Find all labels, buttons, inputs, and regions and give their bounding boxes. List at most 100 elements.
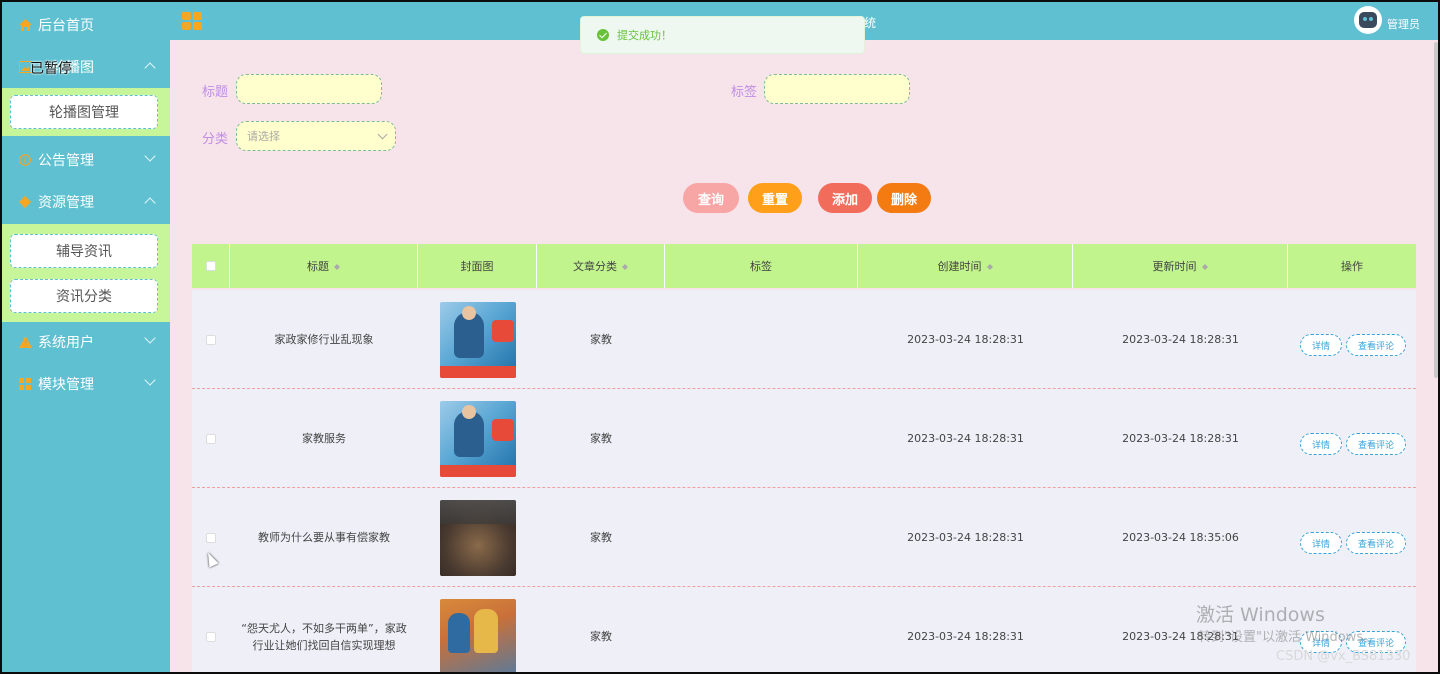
row-checkbox-cell <box>192 290 230 389</box>
row-checkbox[interactable] <box>206 631 216 642</box>
sort-icon[interactable] <box>334 261 340 271</box>
header-created[interactable]: 创建时间 <box>858 244 1073 288</box>
paused-overlay-label: 已暂停 <box>30 61 72 77</box>
sidebar-item-label: 资源管理 <box>38 195 94 211</box>
tag-filter-label: 标签 <box>731 85 758 100</box>
header-tags: 标签 <box>665 244 858 288</box>
table-header: 标题 封面图 文章分类 标签 创建时间 更新时间 操作 <box>192 244 1416 288</box>
title-filter-label: 标题 <box>202 85 229 100</box>
cover-image[interactable] <box>439 598 516 672</box>
select-all-checkbox[interactable] <box>205 261 216 271</box>
windows-activation-hint: 转到"设置"以激活 Windows。 <box>1198 630 1377 645</box>
csdn-watermark: CSDN @vx_BS81330 <box>1276 649 1411 664</box>
warning-user-icon <box>18 335 32 349</box>
row-title: 家教服务 <box>302 432 346 445</box>
row-checkbox[interactable] <box>206 334 216 345</box>
admin-name[interactable]: 管理员 <box>1387 16 1420 32</box>
carousel-submenu: 轮播图管理 <box>2 88 170 136</box>
title-filter-input[interactable] <box>236 74 382 104</box>
chevron-down-icon <box>144 332 156 344</box>
sidebar-item-notice[interactable]: 公告管理 <box>2 139 170 181</box>
row-updated: 2023-03-24 18:28:31 <box>1122 432 1239 445</box>
sort-icon[interactable] <box>622 261 628 271</box>
detail-button[interactable]: 详情 <box>1300 433 1342 455</box>
category-select-placeholder: 请选择 <box>247 130 280 143</box>
row-updated: 2023-03-24 18:28:31 <box>1122 333 1239 346</box>
sidebar-item-carousel[interactable]: 轮播图 <box>2 46 170 88</box>
sidebar-item-tutoring-news[interactable]: 辅导资讯 <box>10 234 158 268</box>
category-select[interactable]: 请选择 <box>236 121 396 151</box>
sidebar-item-users[interactable]: 系统用户 <box>2 321 170 363</box>
sidebar-item-resource[interactable]: 资源管理 <box>2 181 170 223</box>
chevron-up-icon <box>144 62 156 74</box>
table-row: 家教服务 家教 2023-03-24 18:28:31 2023-03-24 1… <box>192 389 1416 488</box>
query-button[interactable]: 查询 <box>683 183 739 213</box>
chevron-down-icon <box>144 150 156 162</box>
detail-button[interactable]: 详情 <box>1300 334 1342 356</box>
detail-button[interactable]: 详情 <box>1300 532 1342 554</box>
row-cover <box>418 389 537 488</box>
app-window: 后台首页 轮播图 已暂停 轮播图管理 公告管理 资源管理 辅导资讯 资讯分类 系… <box>2 2 1438 672</box>
avatar-eye <box>1363 17 1367 21</box>
select-all-cell <box>192 244 230 288</box>
sidebar-item-label: 系统用户 <box>38 335 94 351</box>
avatar[interactable] <box>1354 6 1382 34</box>
table-row: 家政家修行业乱现象 家教 2023-03-24 18:28:31 2023-03… <box>192 290 1416 389</box>
header-category[interactable]: 文章分类 <box>537 244 665 288</box>
row-tags <box>665 290 858 389</box>
chevron-up-icon <box>144 197 156 209</box>
row-tags <box>665 587 858 672</box>
avatar-eye <box>1369 17 1373 21</box>
row-cover <box>418 488 537 587</box>
row-cover <box>418 587 537 672</box>
row-created: 2023-03-24 18:28:31 <box>907 333 1024 346</box>
sort-icon[interactable] <box>986 261 993 271</box>
table-row: 教师为什么要从事有偿家教 家教 2023-03-24 18:28:31 2023… <box>192 488 1416 587</box>
row-created: 2023-03-24 18:28:31 <box>907 531 1024 544</box>
row-checkbox[interactable] <box>206 433 216 444</box>
row-checkbox-cell <box>192 587 230 672</box>
sidebar-item-modules[interactable]: 模块管理 <box>2 363 170 405</box>
view-comments-button[interactable]: 查看评论 <box>1346 532 1406 554</box>
row-created: 2023-03-24 18:28:31 <box>907 630 1024 643</box>
grid-icon <box>18 377 32 391</box>
view-comments-button[interactable]: 查看评论 <box>1346 433 1406 455</box>
add-button[interactable]: 添加 <box>818 183 872 213</box>
diamond-icon <box>18 195 32 209</box>
sidebar-item-label: 公告管理 <box>38 153 94 169</box>
row-title: “怨天尤人，不如多干两单”，家政行业让她们找回自信实现理想 <box>241 621 407 652</box>
row-category: 家教 <box>590 432 612 445</box>
resource-submenu: 辅导资讯 资讯分类 <box>2 224 170 322</box>
sidebar: 后台首页 轮播图 已暂停 轮播图管理 公告管理 资源管理 辅导资讯 资讯分类 系… <box>2 2 170 672</box>
sidebar-item-home[interactable]: 后台首页 <box>2 4 170 46</box>
header-cover: 封面图 <box>418 244 537 288</box>
header-actions: 操作 <box>1341 260 1363 273</box>
success-check-icon <box>597 29 609 41</box>
row-category: 家教 <box>590 531 612 544</box>
cover-image[interactable] <box>439 301 516 378</box>
sort-icon[interactable] <box>1201 261 1208 271</box>
header-updated[interactable]: 更新时间 <box>1073 244 1288 288</box>
info-icon <box>18 153 32 167</box>
sidebar-item-news-category[interactable]: 资讯分类 <box>10 279 158 313</box>
row-category: 家教 <box>590 630 612 643</box>
header-title[interactable]: 标题 <box>230 244 418 288</box>
row-checkbox-cell <box>192 488 230 587</box>
sidebar-item-carousel-manage[interactable]: 轮播图管理 <box>10 95 158 129</box>
sidebar-item-label: 模块管理 <box>38 377 94 393</box>
cover-image[interactable] <box>439 400 516 477</box>
row-tags <box>665 488 858 587</box>
row-checkbox[interactable] <box>206 532 216 543</box>
delete-button[interactable]: 删除 <box>877 183 931 213</box>
chevron-down-icon <box>144 374 156 386</box>
row-cover <box>418 290 537 389</box>
success-toast: 提交成功！ <box>580 16 865 54</box>
vertical-scrollbar[interactable] <box>1434 42 1438 378</box>
row-created: 2023-03-24 18:28:31 <box>907 432 1024 445</box>
reset-button[interactable]: 重置 <box>748 183 802 213</box>
view-comments-button[interactable]: 查看评论 <box>1346 334 1406 356</box>
row-title: 家政家修行业乱现象 <box>274 333 374 346</box>
category-filter-label: 分类 <box>202 132 229 147</box>
tag-filter-input[interactable] <box>764 74 910 104</box>
cover-image[interactable] <box>439 499 516 576</box>
